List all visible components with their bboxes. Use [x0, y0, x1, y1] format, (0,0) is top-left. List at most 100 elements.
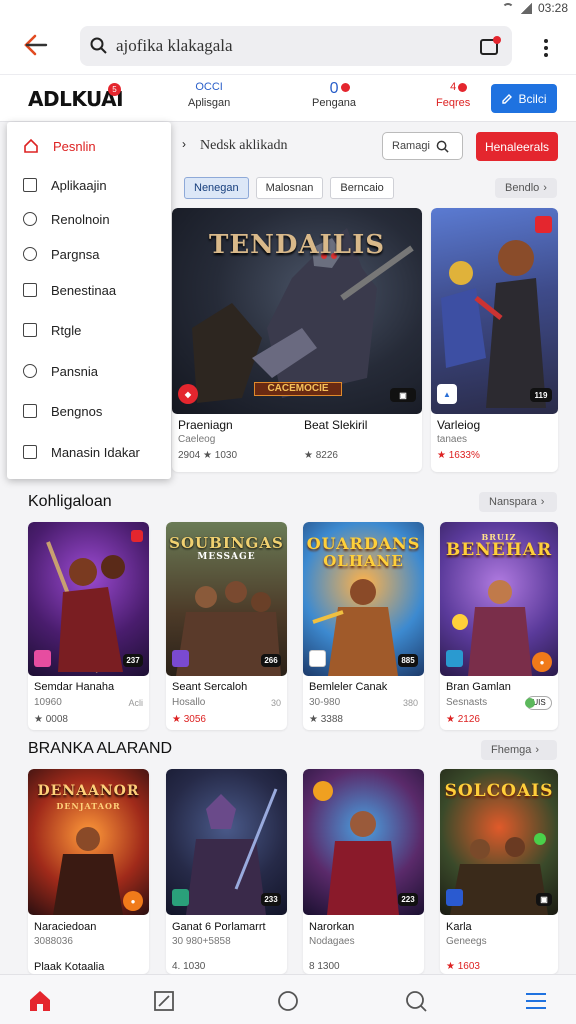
featured2-badge-icon: ▲: [437, 384, 457, 404]
card-flag-icon: [131, 530, 143, 542]
section-title: BRANKA ALARAND: [28, 740, 173, 757]
chevron-right-icon: ›: [540, 496, 545, 508]
back-arrow-icon: [24, 34, 48, 56]
nav-item-label: Feqres: [436, 97, 471, 109]
signal-icon: [519, 2, 532, 14]
nav-dot: [458, 83, 467, 92]
game-card-toggle[interactable]: UIS: [525, 696, 552, 710]
chip-0[interactable]: Nenegan: [184, 177, 249, 199]
game-card[interactable]: 233 Ganat 6 Porlamarrt 30 980+5858 4. 10…: [166, 769, 287, 974]
card-corner-badge: 233: [261, 893, 281, 906]
dropdown-item-label: Renolnoin: [51, 211, 110, 227]
game-card[interactable]: DENAANOR DENJATAOR ● Naraciedoan 3088036…: [28, 769, 149, 974]
game-card-side: 380: [402, 698, 418, 708]
game-card-rating: ★ 3388: [309, 714, 343, 725]
featured-card[interactable]: TENDAILIS CACEMOCIE ◆ ▣ Praeniagn Beat S…: [172, 208, 422, 472]
notification-button[interactable]: [480, 35, 502, 55]
status-time: 03:28: [537, 1, 568, 15]
game-card[interactable]: SOUBINGAS MESSAGE 266 Seant Sercaloh Hos…: [166, 522, 287, 730]
menu-icon[interactable]: [524, 989, 548, 1013]
chips-more-button[interactable]: Bendlo ›: [495, 178, 557, 198]
breadcrumb[interactable]: Nedsk aklikadn: [200, 138, 287, 154]
card-orange-badge-icon: ●: [123, 891, 143, 911]
more-menu-icon[interactable]: [534, 36, 558, 60]
game-card-art-title: BENEHAR: [445, 540, 553, 560]
game-card-title: Naraciedoan: [34, 921, 97, 933]
game-card-art-sub: OLHANE: [323, 552, 404, 570]
nav-item-aplikasi[interactable]: OCCI Aplisgan: [188, 81, 230, 109]
game-card-art: SOUBINGAS MESSAGE 266: [166, 522, 287, 676]
chip-2[interactable]: Berncaio: [330, 177, 394, 199]
game-card-title: Narorkan: [309, 921, 355, 933]
featured-rating: ★ 8226: [304, 450, 338, 461]
search-bar[interactable]: [80, 26, 512, 66]
dropdown-item[interactable]: Pansnia: [7, 357, 171, 385]
game-card-side: 30: [270, 698, 281, 708]
game-card-line2: 30-980: [309, 697, 341, 708]
red-action-button[interactable]: Henaleerals: [476, 132, 558, 161]
clock-icon: [23, 247, 37, 261]
search-input[interactable]: [116, 36, 476, 56]
game-card-rating: ★ 0008: [34, 714, 68, 725]
section-more-label: Fhemga: [491, 744, 532, 756]
category-dropdown-menu: Pesnlin Aplikaajin Renolnoin Pargnsa Ben…: [7, 122, 171, 479]
game-card-art: 233: [166, 769, 287, 915]
dropdown-item[interactable]: Manasin Idakar: [7, 438, 171, 466]
chat-search-icon[interactable]: [404, 989, 428, 1013]
featured2-title: Varleiog: [437, 418, 481, 432]
nav-item-pengana[interactable]: 0 Pengana: [312, 81, 356, 110]
filter-search-button[interactable]: Ramagi: [382, 132, 463, 160]
chip-1[interactable]: Malosnan: [255, 177, 324, 199]
dropdown-item[interactable]: Aplikaajin: [7, 171, 171, 199]
nav-item-feqres[interactable]: 4 Feqres: [436, 81, 470, 109]
dropdown-item-label: Pesnlin: [53, 138, 96, 154]
game-card-line3: 4. 1030: [172, 961, 206, 972]
dropdown-item-label: Pansnia: [51, 363, 98, 379]
game-card-line2: Geneegs: [446, 936, 487, 947]
search-icon: [90, 37, 107, 54]
circle-icon[interactable]: [276, 989, 300, 1013]
featured-art-2: ▲ 119: [431, 208, 558, 414]
edit-square-icon[interactable]: [152, 989, 176, 1013]
game-card[interactable]: 237 Semdar Hanaha 10960 Acli ★ 0008: [28, 522, 149, 730]
featured-subtitle: Beat Slekiril: [304, 418, 368, 432]
dropdown-item[interactable]: Pesnlin: [7, 132, 171, 160]
dropdown-item[interactable]: Renolnoin: [7, 205, 171, 233]
dropdown-item[interactable]: Benestinaa: [7, 276, 171, 304]
game-card[interactable]: BRUIZ BENEHAR ● Bran Gamlan Sesnasts UIS…: [440, 522, 558, 730]
featured2-rating: ★ 1633%: [437, 450, 480, 461]
home-icon[interactable]: [28, 989, 52, 1013]
chevron-right-icon: ›: [182, 137, 186, 151]
card-corner-badge: 885: [398, 654, 418, 667]
dropdown-item[interactable]: Rtgle: [7, 316, 171, 344]
top-bar: [0, 18, 576, 74]
nav-dot: [341, 83, 350, 92]
circle-icon: [23, 212, 37, 226]
game-card[interactable]: OUARDANS OLHANE 885 Bemleler Canak 30-98…: [303, 522, 424, 730]
game-card-rating: ★ 1603: [446, 961, 480, 972]
filter-search-label: Ramagi: [392, 140, 430, 152]
game-card-title: Ganat 6 Porlamarrt: [172, 921, 266, 933]
chips-more-label: Bendlo: [505, 182, 540, 194]
primary-action-button[interactable]: Bcilci: [491, 84, 557, 113]
dropdown-item[interactable]: Bengnos: [7, 397, 171, 425]
box2-icon: [23, 445, 37, 459]
game-card[interactable]: 223 Narorkan Nodagaes 8 1300: [303, 769, 424, 974]
dropdown-item[interactable]: Pargnsa: [7, 240, 171, 268]
game-card-art-title: SOLCOAIS: [444, 781, 554, 801]
cloud-icon: [23, 364, 37, 378]
back-button[interactable]: [18, 28, 52, 62]
card-app-icon: [446, 650, 463, 667]
featured-art-title: TENDAILIS: [208, 230, 386, 260]
game-card-line3: Plaak Kotaalia: [34, 961, 105, 973]
game-card[interactable]: SOLCOAIS ▣ Karla Geneegs ★ 1603: [440, 769, 558, 974]
featured2-corner-badge: 119: [530, 388, 552, 402]
featured-card-2[interactable]: ▲ 119 Varleiog tanaes ★ 1633%: [431, 208, 558, 472]
card-app-icon: [172, 650, 189, 667]
game-card-art: DENAANOR DENJATAOR ●: [28, 769, 149, 915]
section-more-button[interactable]: Nanspara ›: [479, 492, 557, 512]
section-more-button[interactable]: Fhemga ›: [481, 740, 557, 760]
game-card-art: BRUIZ BENEHAR ●: [440, 522, 558, 676]
edit-icon: [502, 93, 513, 104]
dropdown-item-label: Aplikaajin: [51, 177, 107, 193]
